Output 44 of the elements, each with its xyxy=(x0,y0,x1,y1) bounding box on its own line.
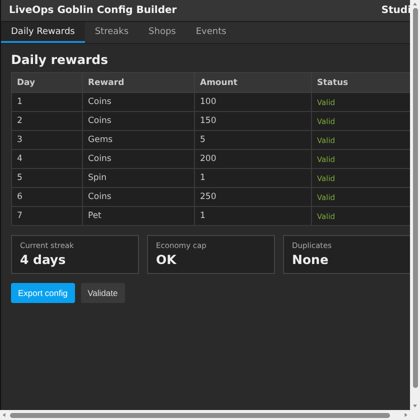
workspace-label: Studi xyxy=(381,5,410,16)
table-cell: 1 xyxy=(12,92,82,112)
table-cell: Spin xyxy=(82,168,194,188)
table-cell: Pet xyxy=(82,206,194,226)
tab[interactable]: Daily Rewards xyxy=(1,22,85,43)
table-cell: 2 xyxy=(12,112,82,130)
scroll-left-icon[interactable] xyxy=(2,412,6,418)
validate-button[interactable]: Validate xyxy=(80,283,125,303)
table-cell: 5 xyxy=(194,130,312,150)
scroll-up-icon[interactable] xyxy=(412,2,418,6)
table-cell: 1 xyxy=(194,168,312,188)
scroll-right-icon[interactable] xyxy=(404,412,408,418)
table-cell: Gems xyxy=(82,130,194,150)
tab[interactable]: Events xyxy=(186,22,236,43)
table-cell: 150 xyxy=(194,112,312,130)
table-cell: 4 xyxy=(12,150,82,168)
table-cell: Coins xyxy=(82,150,194,168)
column-header: Reward xyxy=(82,72,194,92)
table-cell: 7 xyxy=(12,206,82,226)
scrollbar-thumb[interactable] xyxy=(10,412,390,418)
table-cell: Coins xyxy=(82,112,194,130)
stat-value: 4 days xyxy=(20,252,67,267)
column-header: Day xyxy=(12,72,82,92)
table-cell: 250 xyxy=(194,188,312,206)
scrollbar-thumb[interactable] xyxy=(412,8,418,388)
table-cell: Coins xyxy=(82,92,194,112)
tab[interactable]: Streaks xyxy=(84,22,139,43)
window-title: LiveOps Goblin Config Builder xyxy=(9,5,177,16)
table-cell: 5 xyxy=(12,168,82,188)
stat-value: None xyxy=(292,252,330,267)
section-heading: Daily rewards xyxy=(11,52,110,67)
table-cell: 100 xyxy=(194,92,312,112)
stat-value: OK xyxy=(156,252,178,267)
column-header: Status xyxy=(312,72,410,92)
column-header: Amount xyxy=(194,72,312,92)
vertical-scrollbar[interactable] xyxy=(410,0,420,410)
tab[interactable]: Shops xyxy=(138,22,186,43)
table-cell: 1 xyxy=(194,206,312,226)
scroll-down-icon[interactable] xyxy=(412,404,418,408)
horizontal-scrollbar[interactable] xyxy=(0,410,410,420)
table-cell: 6 xyxy=(12,188,82,206)
table-cell: 3 xyxy=(12,130,82,150)
table-cell: Coins xyxy=(82,188,194,206)
table-cell: 200 xyxy=(194,150,312,168)
